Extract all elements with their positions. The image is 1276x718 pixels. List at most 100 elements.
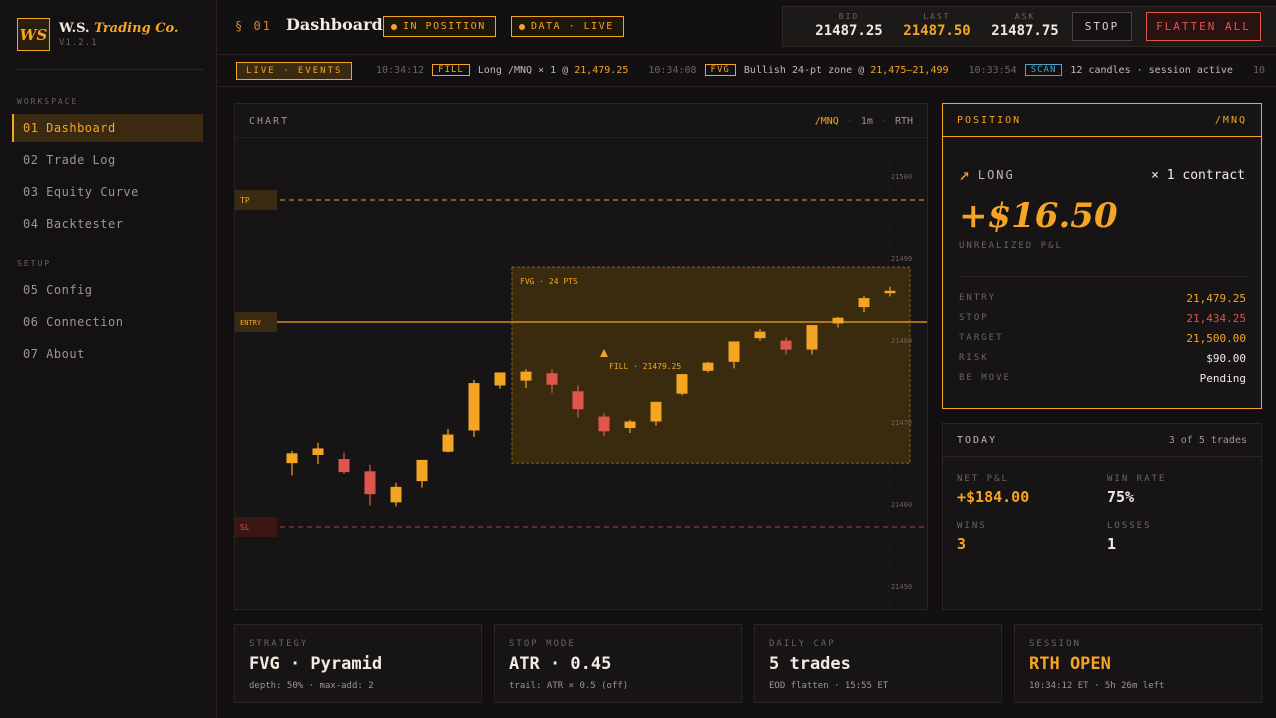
divider (959, 276, 1246, 277)
candle-body (338, 459, 350, 473)
candle-body (468, 383, 480, 431)
y-tick-label: 21460 (891, 501, 912, 509)
fvg-zone-label: FVG · 24 PTS (520, 277, 578, 286)
chart-session[interactable]: RTH (895, 116, 913, 127)
status-dot-icon (391, 23, 397, 30)
candle-body (832, 317, 844, 324)
y-tick-label: 21450 (891, 583, 912, 591)
event-tag: FVG (704, 64, 736, 76)
detail-row-stop: STOP 21,434.25 (959, 311, 1246, 325)
card-daily-cap[interactable]: DAILY CAP 5 trades EOD flatten · 15:55 ET (754, 624, 1002, 703)
fill-label: FILL · 21479.25 (609, 362, 681, 371)
chart-panel: CHART /MNQ · 1m · RTH FVG · 24 PTS TP ENTR… (234, 103, 928, 610)
today-header: TODAY 3 of 5 trades (943, 424, 1261, 457)
candle-body (702, 362, 714, 371)
chart-header: CHART /MNQ · 1m · RTH (235, 104, 927, 138)
card-session[interactable]: SESSION RTH OPEN 10:34:12 ET · 5h 26m left (1014, 624, 1262, 703)
chart-meta: /MNQ · 1m · RTH (814, 116, 913, 127)
today-title: TODAY (957, 434, 998, 446)
chart-title: CHART (249, 116, 290, 127)
candle-body (494, 372, 506, 386)
event-text: 12 candles · session active (1070, 64, 1233, 76)
candle-body (312, 448, 324, 455)
y-tick-label: 21480 (891, 337, 912, 345)
sidebar-item-about[interactable]: 07 About (12, 340, 203, 368)
candle-body (754, 331, 766, 339)
candle-body (390, 486, 402, 503)
event-tag: SCAN (1024, 64, 1063, 76)
card-strategy[interactable]: STRATEGY FVG · Pyramid depth: 50% · max-ad… (234, 624, 482, 703)
candle-body (650, 401, 662, 422)
detail-row-be-move: BE MOVE Pending (959, 371, 1246, 385)
status-badge-position: IN POSITION (383, 16, 496, 37)
sidebar-item-dashboard[interactable]: 01 Dashboard (12, 114, 203, 142)
ticker-track: 10:34:12 FILL Long /MNQ × 1 @ 21,479.25 … (376, 64, 1273, 76)
position-panel: POSITION /MNQ ↗ LONG × 1 contract +$16.5… (942, 103, 1262, 409)
stat-win-rate: WIN RATE 75% (1107, 474, 1167, 506)
event-text: Bullish 24-pt zone @ 21,475–21,499 (743, 64, 949, 76)
arrow-up-right-icon: ↗ (959, 164, 972, 185)
status-badge-data: DATA · LIVE (511, 16, 624, 37)
event-time: 10 (1252, 64, 1265, 76)
event-time: 10:34:08 (648, 64, 697, 76)
stop-button[interactable]: STOP (1072, 12, 1132, 41)
event-time: 10:34:12 (376, 64, 425, 76)
candlestick-chart[interactable]: FVG · 24 PTS TP ENTRY SL 21500 21490 21480 2147… (235, 138, 927, 609)
sidebar-item-connection[interactable]: 06 Connection (12, 308, 203, 336)
chart-symbol[interactable]: /MNQ (815, 116, 839, 127)
event-ticker: LIVE · EVENTS 10:34:12 FILL Long /MNQ × … (218, 56, 1276, 87)
header: § 01 Dashboard IN POSITION DATA · LIVE B… (218, 0, 1276, 55)
brand-logo: WS (17, 18, 50, 51)
position-title: POSITION (957, 114, 1022, 126)
candle-body (858, 298, 870, 308)
brand-name: W.S. Trading Co. (59, 21, 179, 36)
candle-body (442, 434, 454, 452)
sidebar-item-trade-log[interactable]: 02 Trade Log (12, 146, 203, 174)
candle-body (364, 471, 376, 495)
candle-body (546, 373, 558, 385)
position-quantity: × 1 contract (1151, 168, 1245, 183)
stat-wins: WINS 3 (957, 521, 987, 553)
entry-label: ENTRY (240, 319, 262, 327)
stat-losses: LOSSES 1 (1107, 521, 1152, 553)
position-direction: ↗ LONG (959, 164, 1015, 185)
today-trade-count: 3 of 5 trades (1168, 434, 1247, 446)
nav-section-setup: SETUP (17, 259, 52, 268)
sl-label: SL (240, 523, 250, 532)
quote-bid: BID 21487.25 (815, 12, 883, 39)
detail-row-entry: ENTRY 21,479.25 (959, 291, 1246, 305)
sidebar-item-config[interactable]: 05 Config (12, 276, 203, 304)
stat-net-pnl: NET P&L +$184.00 (957, 474, 1030, 506)
card-stop-mode[interactable]: STOP MODE ATR · 0.45 trail: ATR × 0.5 (off… (494, 624, 742, 703)
divider (17, 69, 204, 70)
position-header: POSITION /MNQ (943, 104, 1261, 137)
flatten-all-button[interactable]: FLATTEN ALL (1146, 12, 1261, 41)
page-title: Dashboard (286, 15, 383, 34)
tp-label: TP (240, 196, 250, 205)
unrealized-pnl-label: UNREALIZED P&L (959, 241, 1063, 251)
detail-row-risk: RISK $90.00 (959, 351, 1246, 365)
sidebar-item-backtester[interactable]: 04 Backtester (12, 210, 203, 238)
y-tick-label: 21490 (891, 255, 912, 263)
quote-last: LAST 21487.50 (903, 12, 971, 39)
event-tag: FILL (432, 64, 470, 76)
event-text: Long /MNQ × 1 @ 21,479.25 (477, 64, 629, 76)
position-symbol: /MNQ (1214, 114, 1247, 126)
chart-timeframe[interactable]: 1m (861, 116, 873, 127)
event-time: 10:33:54 (968, 64, 1017, 76)
unrealized-pnl: +$16.50 (959, 196, 1118, 236)
candle-body (780, 340, 792, 350)
candle-body (286, 453, 298, 464)
candle-body (728, 341, 740, 362)
detail-row-target: TARGET 21,500.00 (959, 331, 1246, 345)
quote-ask: ASK 21487.75 (991, 12, 1059, 39)
ticker-label: LIVE · EVENTS (236, 62, 353, 80)
y-tick-label: 21470 (891, 419, 912, 427)
status-dot-icon (519, 23, 525, 30)
brand[interactable]: WS W.S. Trading Co. V1.2.1 (17, 18, 179, 51)
candle-body (676, 374, 688, 394)
candle-body (572, 391, 584, 410)
candle-body (884, 290, 896, 294)
sidebar-item-equity-curve[interactable]: 03 Equity Curve (12, 178, 203, 206)
section-number: § 01 (235, 19, 272, 33)
